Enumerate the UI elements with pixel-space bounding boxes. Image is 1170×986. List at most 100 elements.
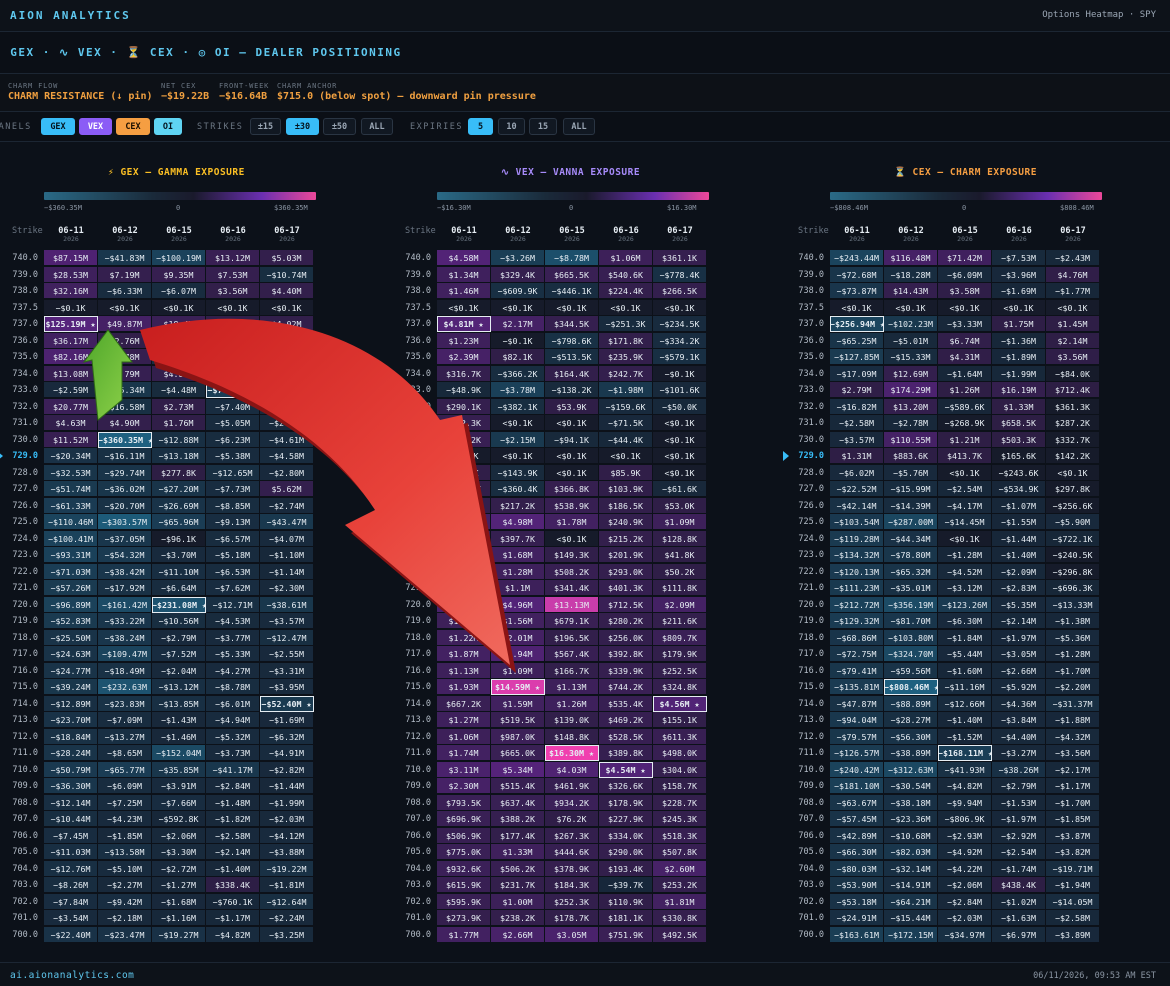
heatmap-cell[interactable]: $7.19M: [98, 266, 152, 283]
heatmap-cell[interactable]: $1.76M: [152, 415, 206, 431]
heatmap-cell[interactable]: $28.53M: [44, 266, 98, 283]
heatmap-cell[interactable]: $1.81M: [653, 893, 707, 910]
heatmap-cell[interactable]: −$1.40M: [938, 712, 992, 728]
heatmap-cell[interactable]: −$4.36M: [992, 695, 1046, 712]
heatmap-cell[interactable]: $1.77M: [437, 926, 491, 943]
heatmap-cell[interactable]: −$2.83M: [992, 580, 1046, 596]
heatmap-cell[interactable]: −$70.49M ★: [206, 382, 260, 398]
heatmap-cell[interactable]: −$94.1K: [545, 431, 599, 448]
heatmap-cell[interactable]: −$65.96M: [152, 514, 206, 530]
heatmap-cell[interactable]: $1.78M: [545, 514, 599, 530]
heatmap-cell[interactable]: −$2.55M: [260, 646, 314, 662]
footer-link[interactable]: ai.aionanalytics.com: [10, 970, 134, 981]
heatmap-cell[interactable]: −$38.42M: [98, 563, 152, 580]
heatmap-cell[interactable]: $256.0K: [599, 629, 653, 646]
heatmap-cell[interactable]: $3.04M: [437, 596, 491, 613]
heatmap-cell[interactable]: $1.14M: [437, 563, 491, 580]
heatmap-cell[interactable]: $273.9K: [437, 910, 491, 926]
heatmap-cell[interactable]: −$3.57M: [260, 613, 314, 629]
heatmap-cell[interactable]: $528.5K: [599, 728, 653, 745]
heatmap-cell[interactable]: −$808.46M ★: [884, 679, 938, 695]
heatmap-cell[interactable]: $438.4K: [992, 877, 1046, 893]
heatmap-cell[interactable]: −$382.1K: [491, 398, 545, 415]
heatmap-cell[interactable]: $4.40M: [260, 283, 314, 299]
heatmap-cell[interactable]: −$127.85M: [830, 349, 884, 365]
heatmap-cell[interactable]: −$1.97M: [992, 629, 1046, 646]
heatmap-cell[interactable]: <$0.1K: [152, 299, 206, 316]
heatmap-cell[interactable]: $32.16M: [44, 283, 98, 299]
heatmap-cell[interactable]: $361.3K: [1046, 398, 1100, 415]
heatmap-cell[interactable]: $1.13M: [545, 679, 599, 695]
heatmap-cell[interactable]: $538.9K: [545, 497, 599, 514]
heatmap-cell[interactable]: −$41.93M: [938, 761, 992, 778]
heatmap-cell[interactable]: $85.9K: [599, 464, 653, 481]
heatmap-cell[interactable]: −$10.66M: [152, 349, 206, 365]
heatmap-cell[interactable]: $36.17M: [44, 332, 98, 349]
heatmap-cell[interactable]: −$24.63M: [44, 646, 98, 662]
heatmap-cell[interactable]: $201.9K: [599, 547, 653, 563]
heatmap-cell[interactable]: −$54.32M: [98, 547, 152, 563]
heatmap-cell[interactable]: <$0.1K: [437, 448, 491, 464]
heatmap-cell[interactable]: −$14.05M: [1046, 893, 1100, 910]
heatmap-cell[interactable]: −$7.25M: [98, 794, 152, 811]
heatmap-cell[interactable]: $329.4K: [491, 266, 545, 283]
heatmap-cell[interactable]: −$63.67M: [830, 794, 884, 811]
heatmap-cell[interactable]: −$3.70M: [152, 547, 206, 563]
heatmap-cell[interactable]: −$1.40M: [992, 547, 1046, 563]
heatmap-cell[interactable]: −$32.53M: [44, 464, 98, 481]
heatmap-cell[interactable]: −$2.78M: [884, 415, 938, 431]
heatmap-cell[interactable]: −$256.94M ★: [830, 316, 884, 332]
heatmap-cell[interactable]: −$14.45M: [938, 514, 992, 530]
heatmap-cell[interactable]: $184.3K: [545, 877, 599, 893]
heatmap-cell[interactable]: $252.3K: [545, 893, 599, 910]
heatmap-cell[interactable]: $3.1M: [206, 316, 260, 332]
heatmap-cell[interactable]: −$5.44M: [938, 646, 992, 662]
heatmap-cell[interactable]: −$0.1K: [653, 365, 707, 382]
heatmap-cell[interactable]: −$103.80M: [884, 629, 938, 646]
heatmap-cell[interactable]: <$0.1K: [206, 299, 260, 316]
heatmap-cell[interactable]: $228.7K: [653, 794, 707, 811]
heatmap-cell[interactable]: $1.06M: [437, 728, 491, 745]
heatmap-cell[interactable]: −$6.07M: [152, 283, 206, 299]
heatmap-cell[interactable]: −$19.22M: [260, 860, 314, 877]
heatmap-cell[interactable]: $1.34M: [437, 266, 491, 283]
heatmap-cell[interactable]: −$1.84M: [938, 629, 992, 646]
heatmap-cell[interactable]: −$3.12M: [938, 580, 992, 596]
heatmap-cell[interactable]: $2.12M: [437, 514, 491, 530]
heatmap-cell[interactable]: −$212.72M: [830, 596, 884, 613]
heatmap-cell[interactable]: −$2.92M: [992, 827, 1046, 844]
heatmap-cell[interactable]: −$129.32M: [830, 613, 884, 629]
heatmap-cell[interactable]: −$4.58M: [260, 448, 314, 464]
heatmap-cell[interactable]: −$119.28M: [830, 530, 884, 547]
heatmap-cell[interactable]: <$0.1K: [1046, 299, 1100, 316]
panel-toggle-vex[interactable]: VEX: [79, 118, 112, 135]
heatmap-cell[interactable]: $334.0K: [599, 827, 653, 844]
heatmap-cell[interactable]: −$38.61M: [260, 596, 314, 613]
heatmap-cell[interactable]: −$38.24M: [98, 629, 152, 646]
heatmap-cell[interactable]: −$1.46M: [152, 728, 206, 745]
heatmap-cell[interactable]: −$3.96M: [992, 266, 1046, 283]
heatmap-cell[interactable]: −$15.99M: [884, 481, 938, 497]
heatmap-cell[interactable]: $1.03M: [437, 530, 491, 547]
heatmap-cell[interactable]: $4.54M ★: [599, 761, 653, 778]
heatmap-cell[interactable]: −$4.48M: [152, 382, 206, 398]
heatmap-cell[interactable]: −$181.10M: [830, 778, 884, 794]
heatmap-cell[interactable]: $125.19M ★: [44, 316, 98, 332]
heatmap-cell[interactable]: −$6.02M: [830, 464, 884, 481]
heatmap-cell[interactable]: −$3.26M: [491, 250, 545, 266]
heatmap-cell[interactable]: −$84.0K: [1046, 365, 1100, 382]
heatmap-cell[interactable]: −$88.89M: [884, 695, 938, 712]
heatmap-cell[interactable]: −$1.77M: [1046, 283, 1100, 299]
heatmap-cell[interactable]: −$1.89M: [992, 349, 1046, 365]
heatmap-cell[interactable]: $1.59M: [491, 695, 545, 712]
heatmap-cell[interactable]: −$126.57M: [830, 745, 884, 761]
heatmap-cell[interactable]: −$41.17M: [206, 761, 260, 778]
heatmap-cell[interactable]: −$93.31M: [44, 547, 98, 563]
heatmap-cell[interactable]: $696.9K: [437, 811, 491, 827]
heatmap-cell[interactable]: −$72.75M: [830, 646, 884, 662]
heatmap-cell[interactable]: −$23.47M: [98, 926, 152, 943]
heatmap-cell[interactable]: $503.3K: [992, 431, 1046, 448]
heatmap-cell[interactable]: −$23.83M: [98, 695, 152, 712]
heatmap-cell[interactable]: $1.1M: [491, 580, 545, 596]
heatmap-cell[interactable]: −$446.1K: [545, 283, 599, 299]
